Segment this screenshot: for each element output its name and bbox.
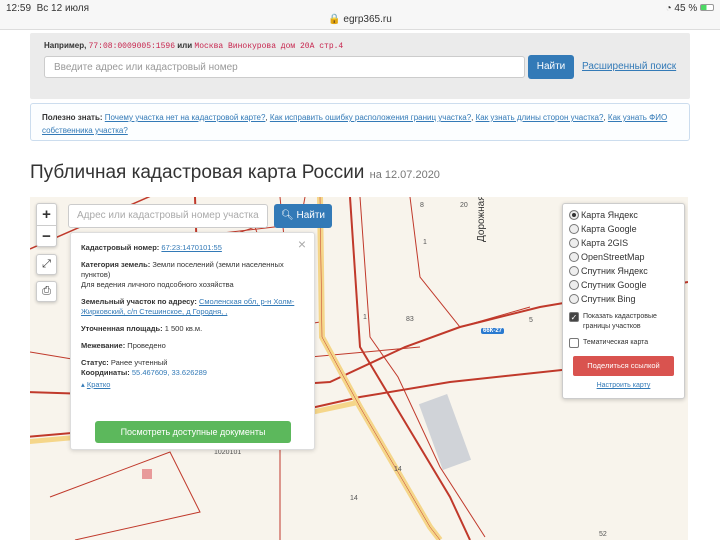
collapse-link[interactable]: ▴ Кратко [81, 380, 110, 389]
street-label: Дорожная у [476, 197, 487, 242]
search-example: Например, 77:08:0009005:1596 или Москва … [44, 41, 344, 51]
date: Вс 12 июля [36, 3, 90, 14]
search-input[interactable]: Введите адрес или кадастровый номер [44, 56, 525, 78]
share-link-button[interactable]: Поделиться ссылкой [573, 356, 674, 376]
battery: ◔ 45 % [666, 3, 714, 14]
coordinates: 55.467609, 33.626289 [131, 368, 207, 377]
clock: 12:59 [6, 3, 32, 14]
layer-osm[interactable]: OpenStreetMap [569, 250, 678, 264]
fullscreen-icon[interactable]: ⤢ [36, 254, 57, 275]
tip-link[interactable]: Как узнать длины сторон участка? [476, 113, 604, 122]
cadastral-map[interactable]: 8 20 1 1 83 5 14 14 52 1020101 Дорожная … [30, 197, 688, 540]
map-label: 52 [599, 531, 607, 538]
map-label: 14 [350, 495, 358, 502]
map-label: 8 [420, 202, 424, 209]
layer-2gis-map[interactable]: Карта 2GIS [569, 236, 678, 250]
map-label: 1 [423, 239, 427, 246]
tip-link[interactable]: Как исправить ошибку расположения границ… [270, 113, 471, 122]
close-icon[interactable]: × [298, 236, 306, 252]
search-button[interactable]: Найти [528, 55, 574, 79]
map-label: 1 [363, 314, 367, 321]
zoom-in-button[interactable]: + [37, 204, 56, 226]
layer-switcher: Карта Яндекс Карта Google Карта 2GIS Ope… [562, 203, 685, 399]
map-search-input[interactable]: Адрес или кадастровый номер участка [68, 204, 268, 228]
map-search-button[interactable]: 🔍︎ Найти [274, 204, 332, 228]
map-label: 83 [406, 316, 414, 323]
tips-box: Полезно знать: Почему участка нет на кад… [30, 103, 690, 141]
show-borders-checkbox[interactable]: ✓ Показать кадастровые границы участков [569, 312, 678, 332]
map-label: 14 [394, 466, 402, 473]
tip-link[interactable]: Почему участка нет на кадастровой карте? [105, 113, 266, 122]
view-documents-button[interactable]: Посмотреть доступные документы [95, 421, 291, 443]
cadastral-number-link[interactable]: 67:23:1470101:55 [161, 243, 221, 252]
print-icon[interactable]: ⎙ [36, 281, 57, 302]
map-label: 1020101 [214, 449, 242, 456]
layer-yandex-satellite[interactable]: Спутник Яндекс [569, 264, 678, 278]
status-bar: 12:59 Вс 12 июля ◔ 45 % 🔒 egrp365.ru [0, 0, 720, 30]
advanced-search-link[interactable]: Расширенный поиск [582, 61, 676, 72]
configure-map-link[interactable]: Настроить карту [569, 382, 678, 389]
zoom-control: + − [36, 203, 57, 247]
road-badge: 66К-27 [481, 328, 505, 334]
parcel-info-popup: × Кадастровый номер: 67:23:1470101:55 Ка… [70, 232, 315, 450]
layer-google-map[interactable]: Карта Google [569, 222, 678, 236]
search-panel: Например, 77:08:0009005:1596 или Москва … [30, 33, 690, 99]
search-icon: 🔍︎ [280, 210, 294, 221]
map-label: 20 [460, 202, 468, 209]
address-bar[interactable]: 🔒 egrp365.ru [0, 14, 720, 25]
map-label: 5 [529, 317, 533, 324]
thematic-map-checkbox[interactable]: Тематическая карта [569, 338, 678, 348]
zoom-out-button[interactable]: − [37, 226, 56, 248]
page-date: на 12.07.2020 [369, 169, 440, 181]
layer-yandex-map[interactable]: Карта Яндекс [569, 208, 678, 222]
page-title: Публичная кадастровая карта России на 12… [30, 162, 440, 183]
layer-bing-satellite[interactable]: Спутник Bing [569, 292, 678, 306]
layer-google-satellite[interactable]: Спутник Google [569, 278, 678, 292]
